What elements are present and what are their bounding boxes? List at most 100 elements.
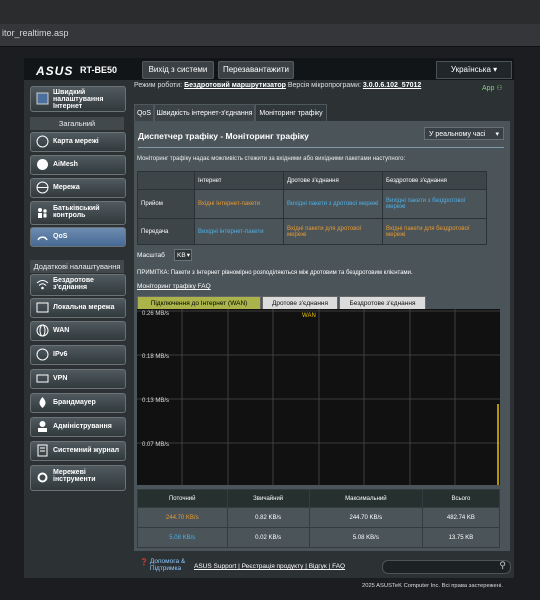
browser-tabbar — [0, 0, 540, 24]
sidebar-item-syslog[interactable]: Системний журнал — [30, 441, 126, 461]
sidebar-item-label: Карта мережі — [53, 138, 99, 145]
sidebar-item-wireless[interactable]: Бездротове з'єднання — [30, 274, 126, 296]
address-bar[interactable]: itor_realtime.asp — [0, 24, 540, 47]
model-name: RT-BE50 — [80, 65, 118, 75]
sidebar-item-label: IPv6 — [53, 351, 68, 358]
log-icon — [36, 444, 49, 457]
mode-label: Режим роботи: — [134, 82, 183, 89]
stats-cell: 0.02 KB/s — [226, 527, 310, 548]
legend-cell: Вихідні Інтернет-пакети — [194, 218, 284, 245]
sidebar-item-wan[interactable]: WAN — [30, 321, 126, 341]
advanced-section-title: Додаткові налаштування — [30, 260, 124, 273]
graph-grid — [137, 309, 500, 485]
search-input[interactable]: ⚲ — [382, 560, 511, 574]
sidebar-item-label: Мережеві інструменти — [53, 469, 96, 483]
sidebar-item-nettools[interactable]: Мережеві інструменти — [30, 465, 126, 491]
legend-header: Інтернет — [194, 171, 284, 190]
sidebar-item-ipv6[interactable]: IPv6 — [30, 345, 126, 365]
stats-cell: 244.70 KB/s — [308, 507, 423, 528]
description: Моніторинг трафіку надає можливість стеж… — [137, 156, 406, 162]
asus-logo: ASUS — [36, 64, 74, 78]
stats-header: Всього — [421, 489, 501, 508]
fw-value[interactable]: 3.0.0.6.102_57012 — [363, 82, 421, 89]
scale-select[interactable]: KB ▾ — [174, 249, 192, 261]
faq-link[interactable]: Моніторинг трафіку FAQ — [137, 283, 211, 290]
home-icon — [36, 301, 49, 314]
legend-cell: Вхідні пакети для дротової мережі — [283, 218, 383, 245]
sidebar-item-label: Бездротове з'єднання — [53, 277, 94, 291]
copyright: 2025 ASUSTeK Computer Inc. Всі права зас… — [362, 583, 503, 589]
traffic-graph — [137, 309, 500, 485]
stats-cell: 244.70 KB/s — [137, 507, 228, 528]
legend-cell: Вхідні Інтернет-пакети — [194, 189, 284, 219]
help-label: Допомога & Підтримка — [149, 558, 186, 572]
sidebar-item-label: Мережа — [53, 184, 80, 191]
legend-cell: Вхідні пакети для бездротової мережі — [382, 218, 487, 245]
url-text: itor_realtime.asp — [2, 28, 69, 38]
admin-icon — [36, 420, 49, 433]
sidebar-item-parental[interactable]: Батьківський контроль — [30, 201, 126, 225]
y-tick-label: 0.13 MB/s — [142, 398, 170, 404]
quick-setup-button[interactable]: Швидкий налаштування Інтернет — [30, 86, 126, 112]
graph-legend-wan: WAN — [302, 313, 316, 319]
vpn-icon — [36, 372, 49, 385]
app-link[interactable]: App ⚇ — [482, 84, 503, 92]
title-divider — [138, 147, 504, 148]
wifi-icon — [36, 278, 49, 291]
sidebar-item-network[interactable]: Мережа — [30, 178, 126, 198]
footer-link-support[interactable]: ASUS Support — [194, 563, 236, 570]
globe-icon — [36, 181, 49, 194]
chevron-down-icon: ▾ — [495, 131, 499, 138]
fw-label: Версія мікропрограми: — [287, 82, 361, 89]
footer-link-register[interactable]: Реєстрація продукту — [242, 563, 304, 570]
stats-header: Максимальний — [308, 489, 423, 508]
mode-select[interactable]: У реальному часі ▾ — [424, 127, 504, 140]
sidebar-item-label: Адміністрування — [53, 423, 112, 430]
sidebar-item-network-map[interactable]: Карта мережі — [30, 132, 126, 152]
rx-label: Прийом — [137, 189, 195, 219]
sidebar-item-label: Брандмауер — [53, 399, 96, 406]
mode-value[interactable]: Бездротовий маршрутизатор — [184, 82, 286, 89]
quick-setup-label: Швидкий налаштування Інтернет — [53, 89, 104, 110]
mode-select-value: У реальному часі — [429, 131, 486, 138]
sidebar-item-label: QoS — [53, 233, 68, 240]
status-bar: Режим роботи: Бездротовий маршрутизатор … — [134, 82, 514, 96]
sidebar-item-vpn[interactable]: VPN — [30, 369, 126, 389]
fire-icon — [36, 396, 49, 409]
scale-label: Масштаб — [137, 252, 165, 259]
footer-link-faq[interactable]: FAQ — [332, 563, 345, 570]
sidebar-item-label: Системний журнал — [53, 447, 120, 454]
help-support-link[interactable]: ❓ Допомога & Підтримка — [140, 558, 194, 572]
globe-icon — [36, 324, 49, 337]
stats-table: Поточний Звичайний Максимальний Всього 2… — [137, 489, 501, 548]
legend-cell: Вихідні пакети з бездротової мережі — [382, 189, 487, 219]
language-select[interactable]: Українська ▾ — [436, 61, 512, 79]
sidebar-item-qos[interactable]: QoS — [30, 227, 126, 247]
sidebar-item-label: Батьківський контроль — [53, 205, 100, 219]
stats-cell: 13.75 KB — [421, 527, 501, 548]
y-tick-label: 0.26 MB/s — [142, 311, 170, 317]
legend-table: Інтернет Дротове з'єднання Бездротове з'… — [137, 171, 487, 245]
sidebar-item-lan[interactable]: Локальна мережа — [30, 298, 126, 318]
stats-header: Поточний — [137, 489, 228, 508]
help-icon: ❓ — [140, 559, 149, 566]
sidebar-item-firewall[interactable]: Брандмауер — [30, 393, 126, 413]
mesh-icon — [36, 158, 49, 171]
chevron-down-icon: ▾ — [186, 252, 190, 259]
footer-link-feedback[interactable]: Відгук — [309, 563, 327, 570]
logout-button[interactable]: Вихід з системи — [142, 61, 214, 79]
reboot-button[interactable]: Перезавантажити — [218, 61, 294, 79]
user-icon: ⚇ — [496, 85, 503, 92]
sidebar-item-label: Локальна мережа — [53, 304, 115, 311]
search-icon: ⚲ — [499, 560, 506, 570]
chevron-down-icon: ▾ — [493, 65, 498, 74]
footer-links: ASUS Support | Реєстрація продукту | Від… — [194, 563, 346, 570]
general-section-title: Загальний — [30, 117, 124, 130]
globe-icon — [36, 135, 49, 148]
page-title: Диспетчер трафіку - Моніторинг трафіку — [138, 131, 309, 141]
sidebar-item-label: AiMesh — [53, 161, 78, 168]
language-value: Українська — [450, 65, 491, 74]
sidebar-item-admin[interactable]: Адміністрування — [30, 417, 126, 437]
sidebar-item-label: VPN — [53, 375, 68, 382]
sidebar-item-aimesh[interactable]: AiMesh — [30, 155, 126, 175]
